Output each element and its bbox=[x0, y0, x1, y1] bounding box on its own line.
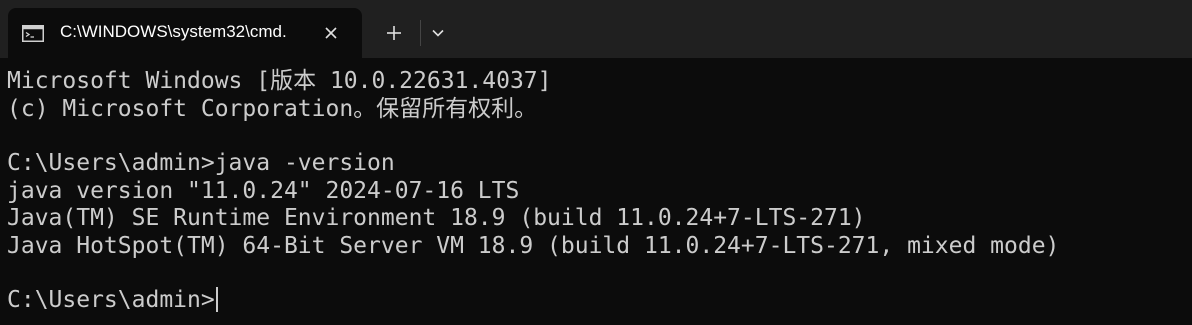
tab-title: C:\WINDOWS\system32\cmd. bbox=[60, 22, 287, 41]
scrollbar[interactable] bbox=[1184, 58, 1192, 325]
title-bar: C:\WINDOWS\system32\cmd. bbox=[0, 0, 1192, 58]
console-line: C:\Users\admin>java -version bbox=[7, 150, 395, 176]
console-line: Java(TM) SE Runtime Environment 18.9 (bu… bbox=[7, 205, 866, 231]
console-output[interactable]: Microsoft Windows [版本 10.0.22631.4037] (… bbox=[0, 58, 1192, 325]
console-icon bbox=[22, 25, 44, 42]
close-icon[interactable] bbox=[319, 21, 343, 45]
console-line: Microsoft Windows [版本 10.0.22631.4037] bbox=[7, 68, 552, 94]
tab-separator bbox=[420, 20, 421, 46]
terminal-window: C:\WINDOWS\system32\cmd. Microsoft Windo… bbox=[0, 0, 1192, 325]
console-line: Java HotSpot(TM) 64-Bit Server VM 18.9 (… bbox=[7, 233, 1060, 259]
chevron-down-icon[interactable] bbox=[426, 21, 450, 45]
prompt-text: C:\Users\admin> bbox=[7, 287, 215, 313]
console-line: java version "11.0.24" 2024-07-16 LTS bbox=[7, 178, 520, 204]
console-line: (c) Microsoft Corporation。保留所有权利。 bbox=[7, 96, 538, 122]
plus-icon[interactable] bbox=[378, 18, 408, 48]
tab-cmd[interactable]: C:\WINDOWS\system32\cmd. bbox=[8, 8, 362, 58]
prompt-line[interactable]: C:\Users\admin> bbox=[7, 287, 218, 314]
text-cursor bbox=[215, 287, 218, 312]
